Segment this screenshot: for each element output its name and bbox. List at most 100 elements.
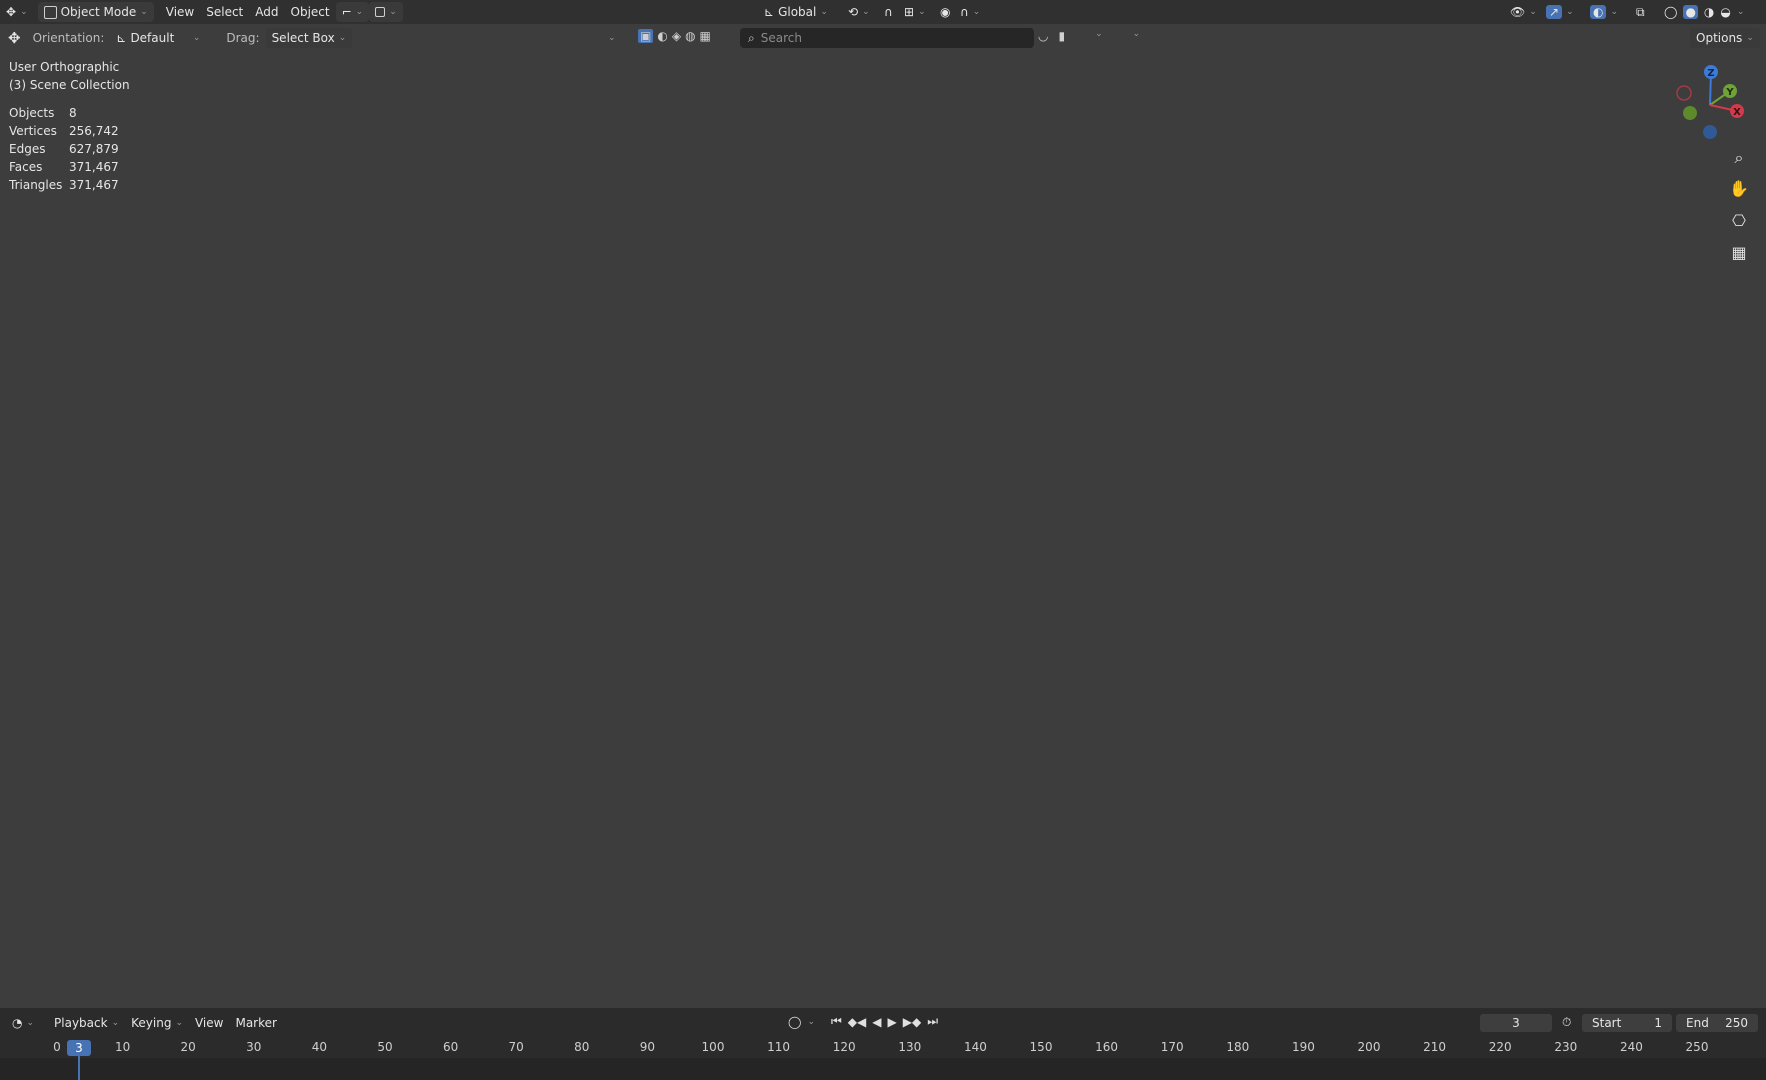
- drag-dropdown[interactable]: Select Box ⌄: [265, 28, 353, 48]
- select-mode-buttons[interactable]: ▣ ◐ ◈ ◍ ▦: [638, 29, 711, 43]
- zoom-icon[interactable]: ⌕: [1725, 144, 1753, 172]
- mode-dropdown[interactable]: Object Mode ⌄: [37, 2, 154, 22]
- ruler-tick-label: 250: [1685, 1040, 1709, 1054]
- gizmo-toggle[interactable]: ↗ ⌄: [1540, 2, 1580, 22]
- bookmark-icon: ▮: [1058, 29, 1066, 43]
- viewport-scene[interactable]: [0, 0, 1766, 1008]
- gizmo-y-label: Y: [1725, 87, 1734, 98]
- search-icon: ⌕: [748, 30, 755, 45]
- menu-view[interactable]: View: [160, 2, 200, 22]
- current-frame-field[interactable]: 3: [1480, 1014, 1552, 1032]
- pivot-dropdown[interactable]: ⟲ ⌄: [842, 2, 876, 22]
- menu-label: Marker: [235, 1016, 277, 1030]
- search-input[interactable]: ⌕ Search: [740, 28, 1034, 48]
- stopwatch-icon[interactable]: ⏱: [1562, 1015, 1571, 1030]
- overlays-toggle[interactable]: ◐ ⌄: [1584, 2, 1624, 22]
- chevron-down-icon: ⌄: [1610, 7, 1619, 17]
- snap-dropdown[interactable]: ⌐ ⌄: [335, 2, 370, 22]
- editor-type-button[interactable]: ✥ ⌄: [0, 2, 34, 22]
- stat-label: Triangles: [9, 178, 63, 192]
- navigation-gizmo[interactable]: Z Y X: [1668, 60, 1758, 150]
- prev-keyframe-icon[interactable]: ◆◀: [848, 1015, 866, 1029]
- speaker-model[interactable]: [619, 203, 1192, 840]
- chevron-down-icon: ⌄: [1132, 29, 1141, 39]
- view-name: User Orthographic: [9, 60, 120, 74]
- timeline-editor-type[interactable]: ◔ ⌄: [6, 1013, 40, 1033]
- snap-target-dropdown[interactable]: ⊞ ⌄: [898, 2, 932, 22]
- stat-value: 371,467: [69, 178, 119, 192]
- camera-icon[interactable]: ⎔: [1725, 206, 1753, 234]
- ruler-tick-label: 100: [701, 1040, 725, 1054]
- chevron-down-icon: ⌄: [175, 1018, 183, 1028]
- scene-statistics: Objects 8 Vertices 256,742 Edges 627,879 Fa…: [9, 104, 130, 194]
- orientation-icon: ⊾: [764, 5, 775, 19]
- menu-label: Object: [290, 5, 330, 19]
- chevron-down-icon: ⌄: [1746, 33, 1754, 43]
- jump-end-icon[interactable]: ⏭: [927, 1014, 938, 1029]
- tool-settings: ✥ Orientation: ⊾ Default ⌄ Drag: Select …: [0, 27, 353, 49]
- ruler-tick-label: 230: [1554, 1040, 1578, 1054]
- menu-timeline-view[interactable]: View: [189, 1013, 229, 1033]
- chevron-down-icon: ⌄: [1095, 29, 1103, 39]
- menu-object[interactable]: Object: [285, 2, 336, 22]
- visibility-dropdown[interactable]: 👁 ⌄: [1504, 2, 1543, 22]
- timeline-editor: ◔ ⌄ Playback ⌄ Keying ⌄ View Marker ◯ ⌄ ⏮ ◆…: [0, 1008, 1766, 1080]
- end-label: End: [1686, 1016, 1709, 1030]
- stat-label: Faces: [9, 160, 43, 174]
- timeline-track-area[interactable]: [0, 1058, 1766, 1080]
- menu-label: Select: [206, 5, 244, 19]
- orientation-dropdown[interactable]: ⊾ Global ⌄: [758, 2, 834, 22]
- options-dropdown[interactable]: Options ⌄: [1690, 28, 1760, 48]
- menu-marker[interactable]: Marker: [229, 1013, 282, 1033]
- menu-label: View: [165, 5, 195, 19]
- timeline-ruler[interactable]: 0 10 20 30 40 50 60 70 80 90 100 110 120 130 140 150 160…: [0, 1038, 1766, 1058]
- viewport-overlay-stats: User Orthographic (3) Scene Collection O…: [9, 58, 130, 194]
- jump-start-icon[interactable]: ⏮: [831, 1014, 842, 1029]
- menu-add[interactable]: Add: [249, 2, 284, 22]
- drag-value: Select Box: [271, 31, 335, 45]
- current-frame-value: 3: [1512, 1016, 1520, 1030]
- stat-label: Edges: [9, 142, 46, 156]
- magnet-icon: ∩: [884, 5, 893, 19]
- grid-icon[interactable]: ▦: [1725, 238, 1753, 266]
- proportional-dropdown[interactable]: ⌄: [369, 2, 403, 22]
- chevron-down-icon[interactable]: ⌄: [807, 1017, 815, 1027]
- menu-select[interactable]: Select: [200, 2, 249, 22]
- ruler-tick-label: 90: [639, 1040, 656, 1054]
- ruler-tick-label: 240: [1619, 1040, 1643, 1054]
- stat-row: Faces 371,467: [9, 158, 130, 176]
- proportional-icon: [375, 7, 386, 17]
- menu-keying[interactable]: Keying ⌄: [125, 1013, 189, 1033]
- xray-icon: ⧉: [1636, 4, 1645, 19]
- playhead-frame-indicator[interactable]: 3: [67, 1040, 91, 1056]
- menu-playback[interactable]: Playback ⌄: [48, 1013, 125, 1033]
- play-icon[interactable]: ▶: [888, 1015, 897, 1029]
- header-collapse-dropdown[interactable]: ⌄: [602, 28, 622, 48]
- material-shading-icon: ◑: [1703, 5, 1715, 19]
- falloff-dropdown[interactable]: ∩ ⌄: [954, 2, 986, 22]
- stat-row: Vertices 256,742: [9, 122, 130, 140]
- record-icon[interactable]: ◯: [788, 1015, 801, 1029]
- filter-buttons[interactable]: ◡ ▮ ⌄ ⌄: [1038, 29, 1140, 43]
- drag-label: Drag:: [226, 31, 260, 45]
- menu-label: View: [194, 1016, 224, 1030]
- select-box-icon: ▣: [638, 29, 654, 43]
- chevron-down-icon: ⌄: [820, 7, 828, 17]
- next-keyframe-icon[interactable]: ▶◆: [903, 1015, 921, 1029]
- orientation-default-dropdown[interactable]: ⊾ Default ⌄: [110, 28, 206, 48]
- shading-buttons[interactable]: ◯ ● ◑ ◒ ⌄: [1658, 2, 1750, 22]
- chevron-down-icon: ⌄: [918, 7, 926, 17]
- play-reverse-icon[interactable]: ◀: [872, 1015, 881, 1029]
- filter-icon: ◡: [1038, 29, 1049, 43]
- xray-toggle[interactable]: ⧉: [1630, 2, 1651, 22]
- orientation-label: Global: [778, 5, 817, 19]
- start-frame-field[interactable]: Start 1: [1582, 1014, 1672, 1032]
- solid-shading-icon: ●: [1683, 5, 1698, 19]
- snapping-toggle[interactable]: ∩: [878, 2, 899, 22]
- ruler-tick-label: 30: [246, 1040, 262, 1054]
- y-axis-line: [409, 244, 1766, 1008]
- end-frame-field[interactable]: End 250: [1676, 1014, 1758, 1032]
- mode-label: Object Mode: [60, 5, 137, 19]
- pan-hand-icon[interactable]: ✋: [1725, 174, 1753, 202]
- options-label: Options: [1696, 31, 1743, 45]
